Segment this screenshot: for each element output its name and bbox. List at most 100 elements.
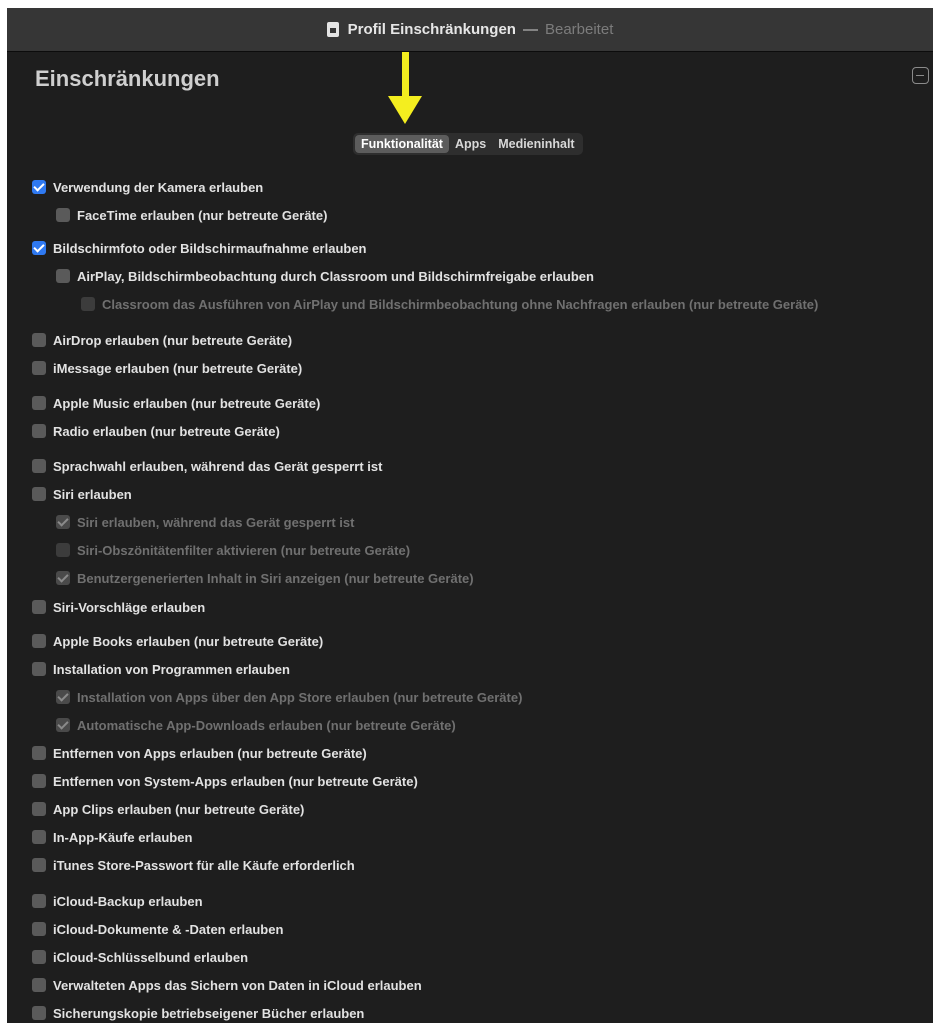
option-row[interactable]: Radio erlauben (nur betreute Geräte) (32, 421, 280, 441)
option-checkbox[interactable] (32, 978, 46, 992)
option-label: Sprachwahl erlauben, während das Gerät g… (53, 458, 383, 474)
option-row[interactable]: FaceTime erlauben (nur betreute Geräte) (56, 205, 327, 225)
option-checkbox (56, 718, 70, 732)
option-checkbox[interactable] (32, 396, 46, 410)
option-checkbox[interactable] (32, 746, 46, 760)
option-checkbox[interactable] (56, 208, 70, 222)
option-row[interactable]: Sprachwahl erlauben, während das Gerät g… (32, 456, 382, 476)
category-segmented-control: Funktionalität Apps Medieninhalt (353, 133, 583, 155)
option-label: Siri-Obszönitätenfilter aktivieren (nur … (77, 542, 411, 558)
document-icon (326, 22, 339, 37)
option-checkbox[interactable] (32, 361, 46, 375)
option-row[interactable]: Siri erlauben (32, 484, 132, 504)
tab-funktionalitaet[interactable]: Funktionalität (355, 135, 449, 153)
option-row[interactable]: In-App-Käufe erlauben (32, 827, 192, 847)
option-checkbox[interactable] (32, 950, 46, 964)
option-label: Verwalteten Apps das Sichern von Daten i… (53, 977, 422, 993)
option-row[interactable]: iCloud-Schlüsselbund erlauben (32, 947, 248, 967)
option-checkbox[interactable] (32, 894, 46, 908)
option-row[interactable]: Bildschirmfoto oder Bildschirmaufnahme e… (32, 238, 367, 258)
option-checkbox[interactable] (32, 180, 46, 194)
annotation-arrow-icon (388, 52, 422, 124)
option-row[interactable]: Installation von Programmen erlauben (32, 659, 290, 679)
option-label: Automatische App-Downloads erlauben (nur… (77, 717, 456, 733)
option-checkbox[interactable] (32, 662, 46, 676)
option-label: Radio erlauben (nur betreute Geräte) (53, 423, 280, 439)
tab-medieninhalt[interactable]: Medieninhalt (492, 135, 580, 153)
option-row[interactable]: Apple Books erlauben (nur betreute Gerät… (32, 631, 323, 651)
option-label: iTunes Store-Passwort für alle Käufe erf… (53, 857, 355, 873)
option-row: Siri erlauben, während das Gerät gesperr… (56, 512, 354, 532)
option-label: iCloud-Dokumente & -Daten erlauben (53, 921, 284, 937)
option-row[interactable]: Sicherungskopie betriebseigener Bücher e… (32, 1003, 364, 1023)
option-row: Classroom das Ausführen von AirPlay und … (81, 294, 818, 314)
option-row[interactable]: AirPlay, Bildschirmbeobachtung durch Cla… (56, 266, 594, 286)
option-label: iMessage erlauben (nur betreute Geräte) (53, 360, 303, 376)
option-checkbox (56, 571, 70, 585)
option-label: Installation von Programmen erlauben (53, 661, 290, 677)
option-row[interactable]: iCloud-Dokumente & -Daten erlauben (32, 919, 283, 939)
option-label: Siri-Vorschläge erlauben (53, 599, 206, 615)
option-row: Automatische App-Downloads erlauben (nur… (56, 715, 456, 735)
option-checkbox[interactable] (32, 459, 46, 473)
option-row[interactable]: iTunes Store-Passwort für alle Käufe erf… (32, 855, 355, 875)
option-row[interactable]: iCloud-Backup erlauben (32, 891, 203, 911)
section-heading: Einschränkungen (35, 66, 220, 91)
option-row[interactable]: Siri-Vorschläge erlauben (32, 597, 205, 617)
option-checkbox[interactable] (32, 922, 46, 936)
option-label: Siri erlauben, während das Gerät gesperr… (77, 514, 355, 530)
option-checkbox[interactable] (32, 634, 46, 648)
option-checkbox[interactable] (32, 1006, 46, 1020)
option-row[interactable]: App Clips erlauben (nur betreute Geräte) (32, 799, 304, 819)
option-checkbox[interactable] (32, 774, 46, 788)
option-row: Installation von Apps über den App Store… (56, 687, 522, 707)
option-row[interactable]: Apple Music erlauben (nur betreute Gerät… (32, 393, 320, 413)
option-label: Verwendung der Kamera erlauben (53, 179, 264, 195)
option-label: Entfernen von Apps erlauben (nur betreut… (53, 745, 367, 761)
option-checkbox[interactable] (32, 333, 46, 347)
option-checkbox[interactable] (32, 424, 46, 438)
option-checkbox[interactable] (32, 487, 46, 501)
tab-apps[interactable]: Apps (449, 135, 492, 153)
option-row: Siri-Obszönitätenfilter aktivieren (nur … (56, 540, 410, 560)
option-row[interactable]: AirDrop erlauben (nur betreute Geräte) (32, 330, 292, 350)
option-label: iCloud-Schlüsselbund erlauben (53, 949, 249, 965)
option-row[interactable]: Verwalteten Apps das Sichern von Daten i… (32, 975, 422, 995)
option-checkbox (81, 297, 95, 311)
option-checkbox (56, 543, 70, 557)
option-label: Entfernen von System-Apps erlauben (nur … (53, 773, 418, 789)
option-checkbox[interactable] (32, 241, 46, 255)
option-checkbox[interactable] (32, 802, 46, 816)
option-label: Classroom das Ausführen von AirPlay und … (102, 296, 819, 312)
option-label: Siri erlauben (53, 486, 132, 502)
collapse-icon[interactable] (912, 67, 929, 84)
option-label: App Clips erlauben (nur betreute Geräte) (53, 801, 305, 817)
option-label: Bildschirmfoto oder Bildschirmaufnahme e… (53, 240, 367, 256)
option-label: iCloud-Backup erlauben (53, 893, 203, 909)
option-label: Apple Books erlauben (nur betreute Gerät… (53, 633, 324, 649)
title-separator: — (522, 21, 538, 38)
option-row[interactable]: Verwendung der Kamera erlauben (32, 177, 263, 197)
option-row[interactable]: Entfernen von System-Apps erlauben (nur … (32, 771, 418, 791)
option-checkbox[interactable] (32, 830, 46, 844)
edit-state: Bearbeitet (544, 21, 614, 38)
option-label: Benutzergenerierten Inhalt in Siri anzei… (77, 570, 474, 586)
window-title: Profil Einschränkungen (347, 21, 516, 38)
option-checkbox (56, 690, 70, 704)
profile-window: Profil Einschränkungen — Bearbeitet Eins… (7, 8, 933, 1023)
option-row[interactable]: Entfernen von Apps erlauben (nur betreut… (32, 743, 367, 763)
option-checkbox (56, 515, 70, 529)
option-label: In-App-Käufe erlauben (53, 829, 193, 845)
option-row[interactable]: iMessage erlauben (nur betreute Geräte) (32, 358, 302, 378)
title-bar: Profil Einschränkungen — Bearbeitet (7, 8, 933, 52)
option-label: Sicherungskopie betriebseigener Bücher e… (53, 1005, 365, 1021)
option-label: Apple Music erlauben (nur betreute Gerät… (53, 395, 321, 411)
option-checkbox[interactable] (32, 600, 46, 614)
option-label: AirDrop erlauben (nur betreute Geräte) (53, 332, 293, 348)
option-row: Benutzergenerierten Inhalt in Siri anzei… (56, 568, 474, 588)
option-label: FaceTime erlauben (nur betreute Geräte) (77, 207, 328, 223)
option-checkbox[interactable] (32, 858, 46, 872)
option-label: Installation von Apps über den App Store… (77, 689, 523, 705)
option-checkbox[interactable] (56, 269, 70, 283)
option-label: AirPlay, Bildschirmbeobachtung durch Cla… (77, 268, 594, 284)
